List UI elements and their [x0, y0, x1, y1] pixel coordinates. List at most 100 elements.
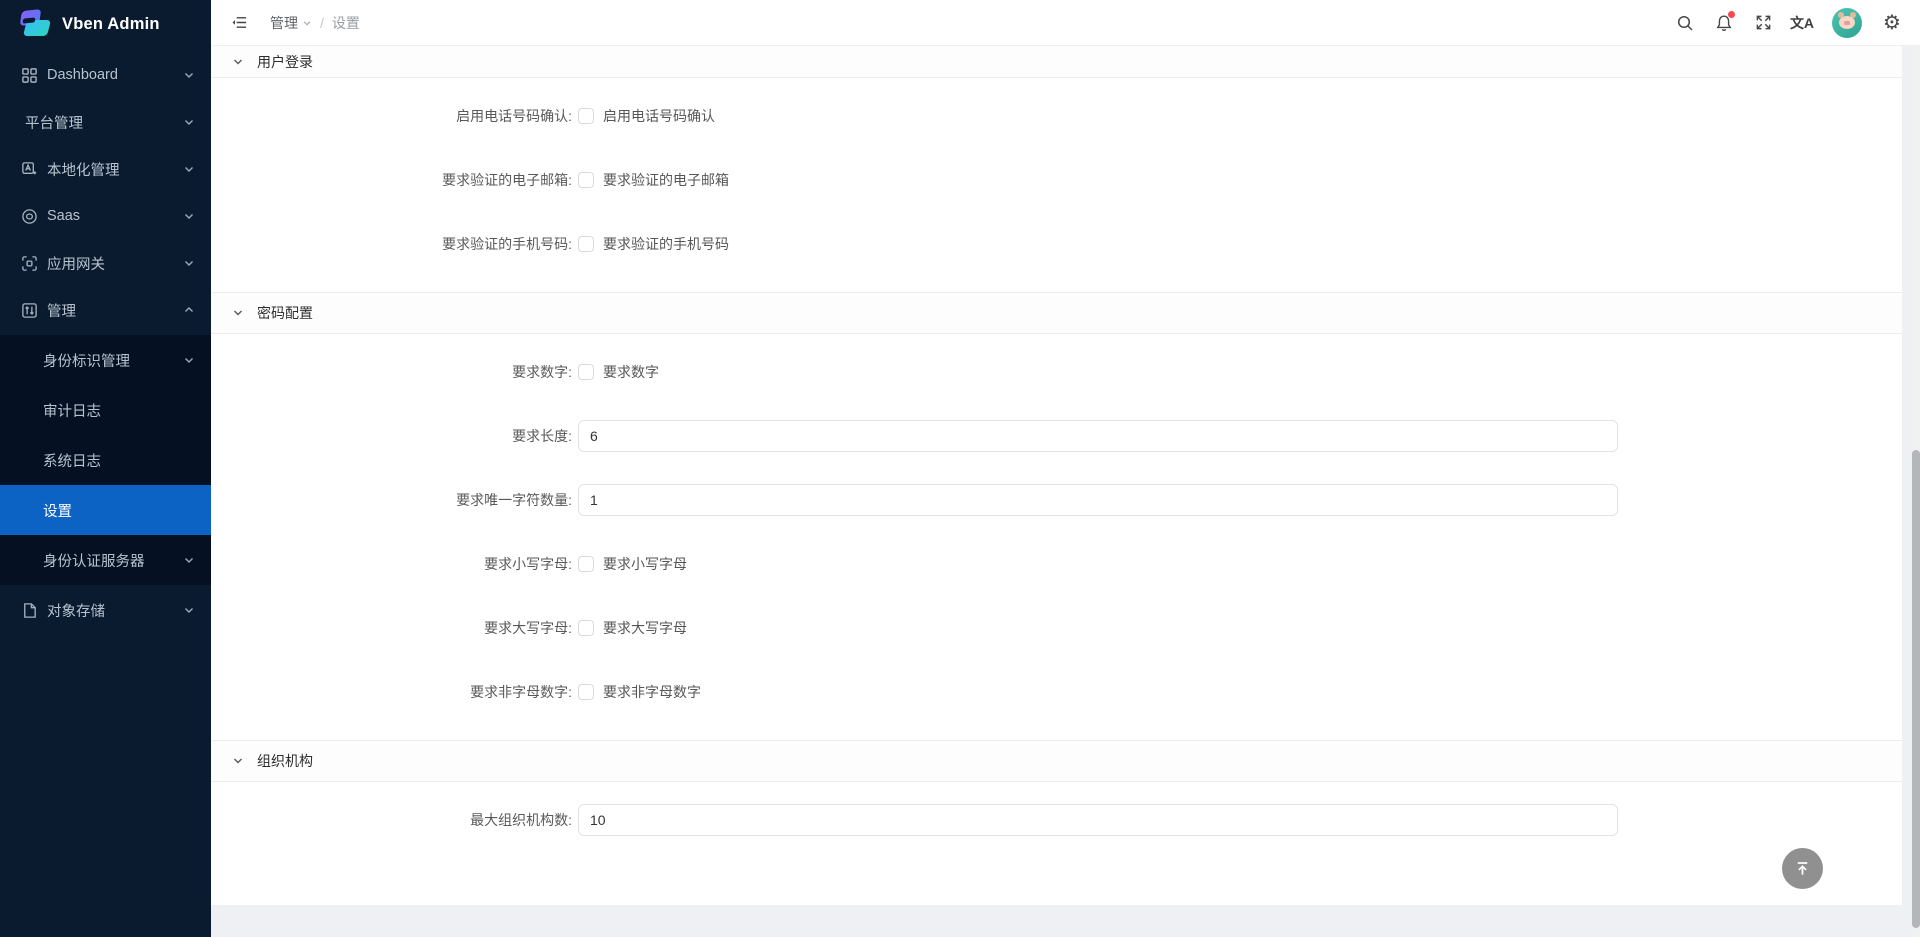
sidebar-item-saas[interactable]: Saas: [0, 194, 211, 238]
max-org-count-input[interactable]: [578, 804, 1618, 836]
fullscreen-button[interactable]: [1748, 8, 1778, 38]
notification-dot: [1728, 11, 1735, 18]
sidebar-item-object-storage[interactable]: 对象存储: [0, 588, 211, 632]
section-title: 组织机构: [257, 751, 313, 771]
field-label: 启用电话号码确认:: [211, 106, 572, 126]
field-label: 要求验证的手机号码:: [211, 234, 572, 254]
section-header-user-login[interactable]: 用户登录: [211, 46, 1902, 78]
sidebar-item-label: 系统日志: [43, 450, 101, 471]
chevron-down-icon: [183, 163, 195, 175]
dashboard-icon: [21, 67, 38, 84]
sidebar-collapse-button[interactable]: [225, 9, 253, 37]
notifications-button[interactable]: [1709, 8, 1739, 38]
file-icon: [21, 602, 38, 619]
phone-confirm-checkbox[interactable]: [578, 108, 594, 124]
translate-icon: 文A: [1790, 13, 1814, 33]
admin-settings-icon: [21, 302, 38, 319]
sidebar-submenu-admin: 身份标识管理 审计日志 系统日志 设置 身份认证服务器: [0, 335, 211, 585]
sidebar-item-auth-server[interactable]: 身份认证服务器: [0, 535, 211, 585]
require-phone-checkbox[interactable]: [578, 236, 594, 252]
sidebar-item-admin[interactable]: 管理: [0, 288, 211, 332]
section-body-organization: 最大组织机构数:: [211, 782, 1902, 836]
field-label: 要求长度:: [211, 426, 572, 446]
settings-page: 用户登录 启用电话号码确认: 启用电话号码确认 要求验证的电子邮箱: 要求验证的…: [211, 46, 1920, 937]
chevron-up-icon: [183, 304, 195, 316]
chevron-down-icon: [183, 554, 195, 566]
search-icon: [1676, 14, 1694, 32]
chevron-down-icon: [183, 69, 195, 81]
field-label: 要求数字:: [211, 362, 572, 382]
gear-icon: ⚙: [1883, 10, 1901, 35]
avatar[interactable]: [1832, 8, 1862, 38]
fullscreen-icon: [1755, 14, 1772, 31]
breadcrumb-item-admin[interactable]: 管理: [270, 13, 312, 33]
app-logo[interactable]: Vben Admin: [0, 0, 211, 48]
back-to-top-icon: [1793, 859, 1812, 878]
translate-button[interactable]: 文A: [1787, 8, 1817, 38]
form-row-require-non-alphanumeric: 要求非字母数字: 要求非字母数字: [211, 676, 1902, 708]
field-label: 最大组织机构数:: [211, 810, 572, 830]
form-row-phone-confirm: 启用电话号码确认: 启用电话号码确认: [211, 100, 1902, 132]
vben-logo-icon: [18, 8, 52, 40]
checkbox-label: 启用电话号码确认: [603, 106, 715, 126]
topbar: 管理 / 设置 文A: [211, 0, 1920, 46]
main-area: 管理 / 设置 文A: [211, 0, 1920, 937]
require-lowercase-checkbox[interactable]: [578, 556, 594, 572]
form-row-require-phone: 要求验证的手机号码: 要求验证的手机号码: [211, 228, 1902, 260]
back-to-top-button[interactable]: [1782, 848, 1823, 889]
chevron-down-icon: [232, 56, 244, 68]
breadcrumb-current: 设置: [332, 13, 360, 33]
checkbox-label: 要求验证的手机号码: [603, 234, 729, 254]
form-row-max-org-count: 最大组织机构数:: [211, 804, 1902, 836]
sidebar-item-label: Saas: [47, 208, 80, 224]
field-label: 要求唯一字符数量:: [211, 490, 572, 510]
required-unique-chars-input[interactable]: [578, 484, 1618, 516]
chevron-down-icon: [183, 257, 195, 269]
sidebar-item-label: 身份认证服务器: [43, 550, 145, 571]
chevron-down-icon: [232, 755, 244, 767]
section-header-password-config[interactable]: 密码配置: [211, 292, 1902, 334]
sidebar-item-localization[interactable]: 本地化管理: [0, 147, 211, 191]
section-title: 用户登录: [257, 52, 313, 72]
sidebar-item-label: 身份标识管理: [43, 350, 130, 371]
require-email-checkbox[interactable]: [578, 172, 594, 188]
chevron-down-icon: [183, 210, 195, 222]
sidebar-item-label: 管理: [47, 300, 76, 321]
checkbox-label: 要求非字母数字: [603, 682, 701, 702]
sidebar-item-system-log[interactable]: 系统日志: [0, 435, 211, 485]
sidebar-item-label: 审计日志: [43, 400, 101, 421]
section-body-password-config: 要求数字: 要求数字 要求长度: 要求唯一字符数量: 要求小写字母:: [211, 334, 1902, 708]
form-row-required-unique-chars: 要求唯一字符数量:: [211, 484, 1902, 516]
sidebar-item-identity-mgmt[interactable]: 身份标识管理: [0, 335, 211, 385]
sidebar-item-label: 对象存储: [47, 600, 105, 621]
require-non-alphanumeric-checkbox[interactable]: [578, 684, 594, 700]
sidebar-item-audit-log[interactable]: 审计日志: [0, 385, 211, 435]
sidebar-item-settings[interactable]: 设置: [0, 485, 211, 535]
page-scrollbar[interactable]: [1912, 46, 1920, 937]
sidebar-item-dashboard[interactable]: Dashboard: [0, 53, 211, 97]
require-uppercase-checkbox[interactable]: [578, 620, 594, 636]
required-length-input[interactable]: [578, 420, 1618, 452]
translate-icon: [21, 161, 38, 178]
sidebar-item-label: 应用网关: [47, 253, 105, 274]
section-body-user-login: 启用电话号码确认: 启用电话号码确认 要求验证的电子邮箱: 要求验证的电子邮箱 …: [211, 78, 1902, 260]
sidebar-item-label: Dashboard: [47, 67, 118, 83]
sidebar-item-gateway[interactable]: 应用网关: [0, 241, 211, 285]
settings-button[interactable]: ⚙: [1877, 8, 1907, 38]
scrollbar-thumb[interactable]: [1912, 450, 1920, 928]
checkbox-label: 要求小写字母: [603, 554, 687, 574]
field-label: 要求非字母数字:: [211, 682, 572, 702]
sidebar-menu: Dashboard 平台管理 本地化管理: [0, 48, 211, 635]
sidebar-item-label: 设置: [43, 500, 72, 521]
require-digit-checkbox[interactable]: [578, 364, 594, 380]
search-button[interactable]: [1670, 8, 1700, 38]
sidebar-item-platform-mgmt[interactable]: 平台管理: [0, 100, 211, 144]
settings-card: 用户登录 启用电话号码确认: 启用电话号码确认 要求验证的电子邮箱: 要求验证的…: [211, 46, 1902, 905]
section-header-organization[interactable]: 组织机构: [211, 740, 1902, 782]
checkbox-label: 要求大写字母: [603, 618, 687, 638]
sidebar-item-label: 平台管理: [25, 112, 83, 133]
form-row-require-lowercase: 要求小写字母: 要求小写字母: [211, 548, 1902, 580]
field-label: 要求大写字母:: [211, 618, 572, 638]
chevron-down-icon: [232, 307, 244, 319]
field-label: 要求验证的电子邮箱:: [211, 170, 572, 190]
